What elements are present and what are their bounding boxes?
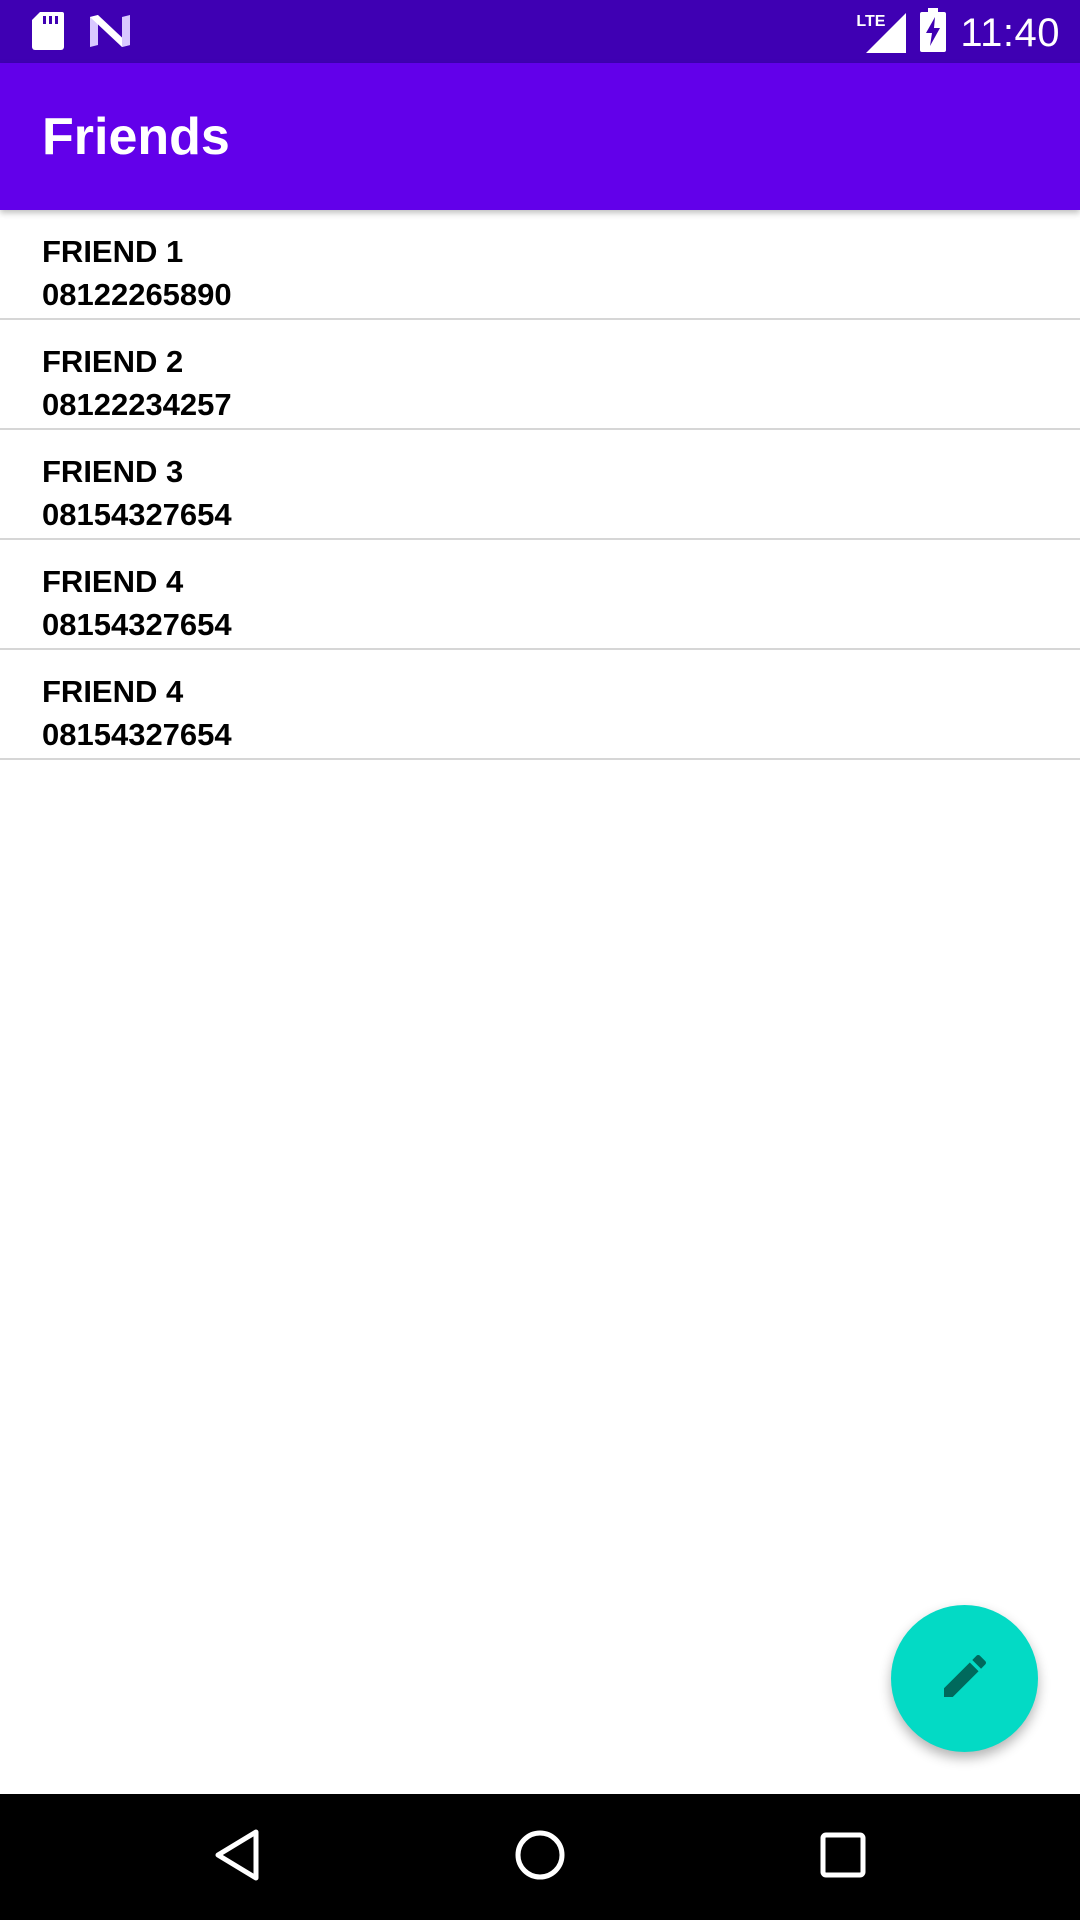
pencil-icon: [937, 1648, 993, 1709]
app-bar: Friends: [0, 63, 1080, 210]
recents-button[interactable]: [808, 1822, 878, 1892]
status-time: 11:40: [960, 10, 1060, 55]
friend-phone: 08122265890: [42, 277, 232, 312]
friend-name: FRIEND 2: [42, 344, 184, 379]
list-item[interactable]: FRIEND 2 08122234257: [0, 320, 1080, 430]
friend-phone: 08154327654: [42, 497, 232, 532]
list-item[interactable]: FRIEND 3 08154327654: [0, 430, 1080, 540]
friend-name: FRIEND 1: [42, 234, 184, 269]
friend-phone: 08154327654: [42, 717, 232, 752]
friend-phone: 08122234257: [42, 387, 232, 422]
navigation-bar: [0, 1794, 1080, 1920]
page-title: Friends: [42, 108, 230, 166]
edit-fab-button[interactable]: [891, 1605, 1038, 1752]
home-button[interactable]: [505, 1822, 575, 1892]
home-icon: [513, 1828, 567, 1887]
n-logo-icon: [90, 15, 130, 52]
friends-list: FRIEND 1 08122265890 FRIEND 2 0812223425…: [0, 210, 1080, 760]
back-icon: [212, 1828, 262, 1887]
friend-name: FRIEND 4: [42, 564, 184, 599]
status-bar: LTE 11:40: [0, 0, 1080, 63]
recents-icon: [819, 1831, 867, 1884]
list-item[interactable]: FRIEND 1 08122265890: [0, 210, 1080, 320]
list-item[interactable]: FRIEND 4 08154327654: [0, 650, 1080, 760]
friend-phone: 08154327654: [42, 607, 232, 642]
list-item[interactable]: FRIEND 4 08154327654: [0, 540, 1080, 650]
friend-name: FRIEND 4: [42, 674, 184, 709]
sd-card-icon: [32, 12, 64, 55]
back-button[interactable]: [202, 1822, 272, 1892]
friend-name: FRIEND 3: [42, 454, 184, 489]
lte-signal-icon: LTE: [856, 11, 907, 55]
battery-charging-icon: [920, 8, 947, 57]
